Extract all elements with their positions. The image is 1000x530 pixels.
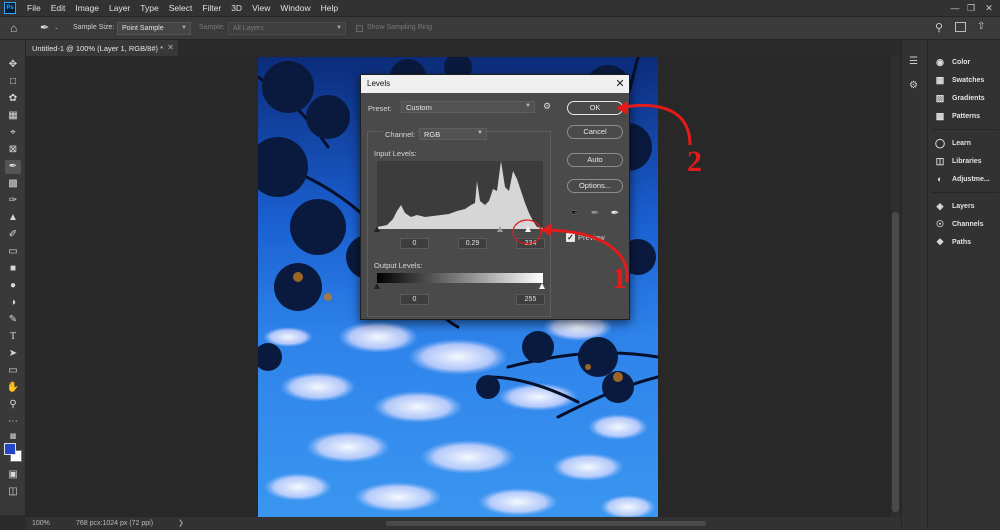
foreground-color-swatch[interactable] bbox=[4, 443, 16, 455]
annotation-overlay bbox=[512, 101, 692, 283]
step-2-label: 2 bbox=[687, 145, 702, 178]
arrow-to-ok-button bbox=[617, 103, 692, 146]
step-1-label: 1 bbox=[612, 262, 627, 295]
highlight-circle bbox=[512, 219, 542, 245]
arrowhead-icon bbox=[616, 101, 628, 115]
arrowhead-icon bbox=[541, 223, 552, 236]
